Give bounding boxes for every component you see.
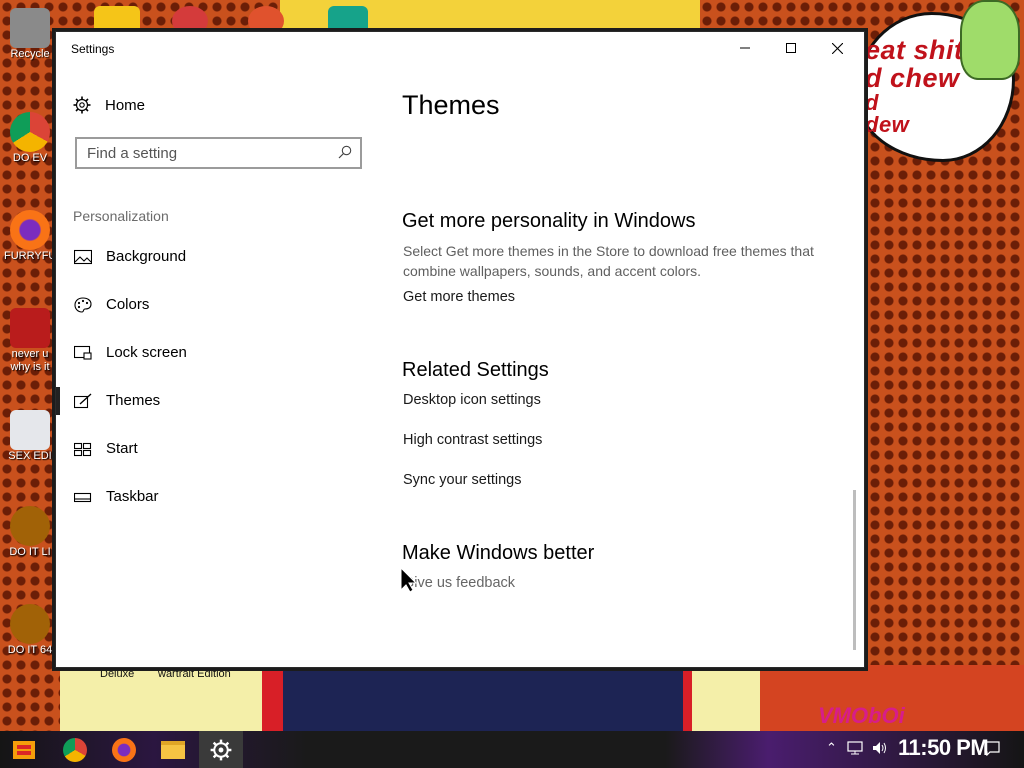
taskbar-clock[interactable]: 11:50 PM: [898, 735, 989, 761]
volume-icon[interactable]: [872, 741, 888, 755]
desktop-icon-settings-link[interactable]: Desktop icon settings: [403, 392, 541, 408]
section-heading: Related Settings: [402, 359, 549, 381]
section-header: Personalization: [73, 208, 169, 224]
section-heading: Make Windows better: [402, 542, 595, 564]
file-explorer-icon: [161, 740, 185, 759]
desktop-icon-chrome[interactable]: DO EV: [4, 112, 56, 165]
page-title: Themes: [402, 90, 500, 120]
show-hidden-icons-chevron-icon[interactable]: ⌃: [826, 740, 837, 756]
desktop-icon-label: FURRYFU: [4, 250, 56, 262]
picture-icon: [74, 249, 92, 265]
recycle-bin-icon: [10, 8, 50, 48]
hex-editor-icon: [10, 410, 50, 450]
settings-window: Settings Home Perso: [55, 31, 865, 668]
desktop-icon-label: Deluxe: [100, 668, 135, 680]
search-box[interactable]: [75, 137, 362, 169]
sidebar-item-taskbar[interactable]: Taskbar: [56, 477, 356, 517]
desktop-icon-recycle-bin[interactable]: Recycle: [4, 8, 56, 61]
section-description: Select Get more themes in the Store to d…: [403, 243, 814, 279]
sidebar-item-label: Background: [106, 248, 187, 265]
taskbar-file-explorer[interactable]: [151, 731, 195, 768]
desktop-icon-document[interactable]: DO IT 64: [4, 604, 56, 657]
sidebar-item-lock-screen[interactable]: Lock screen: [56, 333, 356, 373]
sidebar-item-label: Colors: [106, 296, 150, 313]
desktop-icon-label: DO IT LI: [9, 546, 51, 558]
sidebar-item-label: Themes: [106, 392, 161, 409]
sidebar-item-label: Taskbar: [106, 488, 159, 505]
scrollbar[interactable]: [853, 490, 856, 650]
desktop-icon-label: never u: [11, 348, 49, 360]
taskbar-firefox[interactable]: [102, 731, 146, 768]
desktop-icon-label: why is it: [10, 361, 50, 373]
sidebar-item-label: Lock screen: [106, 344, 187, 361]
sidebar-item-label: Start: [106, 440, 138, 457]
start-icon: [74, 442, 92, 457]
taskbar: ⌃: [0, 731, 1024, 768]
sidebar-item-colors[interactable]: Colors: [56, 285, 356, 325]
start-icon: [13, 740, 35, 759]
home-label: Home: [105, 96, 146, 114]
wallpaper-text-line: d: [865, 90, 879, 115]
high-contrast-settings-link[interactable]: High contrast settings: [403, 432, 542, 448]
wallpaper-bottom-scene: [283, 670, 683, 731]
desktop-icon-devcpp[interactable]: never u why is it: [4, 308, 56, 374]
chrome-icon: [10, 112, 50, 152]
desktop-icon-label: DO IT 64: [7, 644, 53, 656]
selection-indicator: [56, 387, 60, 415]
sidebar-item-themes[interactable]: Themes: [56, 381, 356, 421]
chrome-icon: [63, 737, 87, 762]
firefox-icon: [10, 210, 50, 250]
network-icon[interactable]: [847, 741, 863, 755]
window-title: Settings: [71, 42, 115, 56]
settings-icon: [210, 739, 232, 760]
desktop-icon-label: wartrait Edition: [158, 668, 231, 680]
gear-icon: [73, 96, 91, 114]
section-heading: Get more personality in Windows: [402, 210, 696, 232]
desktop-icon-hex-editor[interactable]: SEX EDI: [4, 410, 56, 463]
get-more-themes-link[interactable]: Get more themes: [403, 289, 515, 305]
sidebar-item-start[interactable]: Start: [56, 429, 356, 469]
firefox-icon: [112, 737, 136, 762]
taskbar-settings[interactable]: [199, 731, 243, 768]
home-nav-item[interactable]: Home: [73, 96, 145, 114]
desktop-icon-document[interactable]: DO IT LI: [4, 506, 56, 559]
desktop-icon-label: SEX EDI: [8, 450, 52, 462]
mouse-cursor-icon: [401, 568, 417, 592]
desktop-icon-firefox[interactable]: FURRYFU: [4, 210, 56, 263]
portrait-icon: [10, 506, 50, 546]
taskbar-chrome[interactable]: [53, 731, 97, 768]
portrait-icon: [10, 604, 50, 644]
palette-icon: [74, 297, 92, 313]
wallpaper-signature: VMObOi: [818, 703, 905, 728]
dev-cpp-icon: [10, 308, 50, 348]
themes-icon: [74, 393, 92, 409]
search-icon[interactable]: [338, 145, 352, 159]
wallpaper-text-line: dew: [865, 112, 910, 137]
desktop-icon-label: Recycle: [10, 48, 50, 60]
sidebar-item-background[interactable]: Background: [56, 237, 356, 277]
give-feedback-link[interactable]: Give us feedback: [403, 575, 515, 591]
taskbar-icon: [74, 492, 92, 503]
lock-screen-icon: [74, 345, 92, 360]
wallpaper-character: [960, 0, 1020, 80]
start-button[interactable]: [2, 731, 46, 768]
main-content: Themes Get more personality in Windows S…: [401, 32, 841, 667]
search-input[interactable]: [87, 144, 327, 162]
sync-settings-link[interactable]: Sync your settings: [403, 472, 521, 488]
desktop-icon-label: DO EV: [12, 152, 48, 164]
